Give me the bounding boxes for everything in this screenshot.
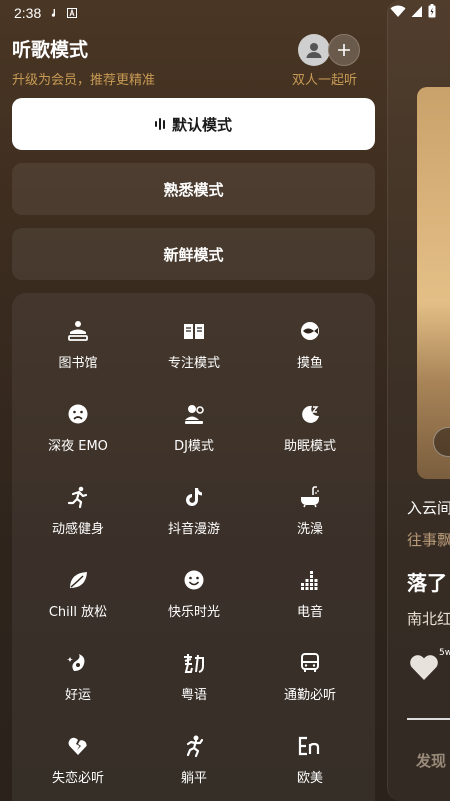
scene-lying-flat-label: 躺平 bbox=[180, 771, 207, 786]
scene-sleep-label: 助眠模式 bbox=[283, 439, 336, 454]
english-icon bbox=[297, 733, 323, 759]
sound-wave-icon bbox=[154, 118, 165, 130]
scene-commute-label: 通勤必听 bbox=[283, 688, 336, 703]
scene-cantonese-label: 粤语 bbox=[180, 688, 207, 703]
scene-focus[interactable]: 专注模式 bbox=[136, 306, 252, 389]
font-a-icon bbox=[67, 8, 78, 18]
mode-familiar-label: 熟悉模式 bbox=[163, 180, 224, 199]
equalizer-icon bbox=[297, 567, 323, 593]
sad-face-icon bbox=[65, 401, 91, 427]
mode-fresh-button[interactable]: 新鲜模式 bbox=[12, 228, 375, 280]
cantonese-icon bbox=[181, 650, 207, 676]
tiktok-icon bbox=[181, 484, 207, 510]
bus-icon bbox=[297, 650, 323, 676]
scene-douyin[interactable]: 抖音漫游 bbox=[136, 472, 252, 555]
avatar bbox=[298, 34, 330, 66]
scene-fitness[interactable]: 动感健身 bbox=[20, 472, 136, 555]
book-icon bbox=[181, 318, 207, 344]
vip-upgrade-link[interactable]: 升级为会员，推荐更精准 bbox=[12, 69, 155, 88]
scene-breakup-label: 失恋必听 bbox=[51, 771, 104, 786]
scene-edm[interactable]: 电音 bbox=[252, 555, 368, 638]
scene-shower-label: 洗澡 bbox=[296, 522, 323, 537]
cover-image bbox=[417, 87, 450, 479]
scene-focus-label: 专注模式 bbox=[167, 356, 220, 371]
mode-familiar-button[interactable]: 熟悉模式 bbox=[12, 163, 375, 215]
lyric-line-2: 往事飘 bbox=[407, 531, 450, 549]
scene-luck-label: 好运 bbox=[64, 688, 91, 703]
scene-breakup[interactable]: 失恋必听 bbox=[20, 721, 136, 801]
status-time: 2:38 bbox=[14, 5, 42, 21]
mode-default-button[interactable]: 默认模式 bbox=[12, 98, 375, 150]
scene-slack-label: 摸鱼 bbox=[296, 356, 323, 371]
bathtub-icon bbox=[297, 484, 323, 510]
plus-icon bbox=[338, 44, 350, 56]
tab-discover[interactable]: 发现 bbox=[416, 750, 446, 771]
cover-action-button[interactable] bbox=[433, 427, 450, 457]
tab-indicator bbox=[407, 718, 450, 720]
broken-heart-icon bbox=[65, 733, 91, 759]
like-heart-icon[interactable] bbox=[408, 652, 440, 682]
scene-late-night-emo-label: 深夜 EMO bbox=[48, 439, 108, 454]
mode-default-label: 默认模式 bbox=[171, 115, 232, 134]
scene-luck[interactable]: 好运 bbox=[20, 638, 136, 721]
scene-happy-label: 快乐时光 bbox=[167, 605, 220, 620]
lyric-line-1: 入云间 bbox=[407, 499, 450, 517]
duo-listen-label[interactable]: 双人一起听 bbox=[292, 69, 357, 88]
artist-name: 南北红 bbox=[407, 610, 450, 628]
scene-library-label: 图书馆 bbox=[58, 356, 98, 371]
lucky-icon bbox=[65, 650, 91, 676]
scene-dj[interactable]: DJ模式 bbox=[136, 389, 252, 472]
scene-grid: 图书馆 专注模式 摸鱼 深夜 EMO DJ模式 助眠模式 动感健身 抖音漫游 洗… bbox=[20, 306, 368, 801]
leaf-icon bbox=[65, 567, 91, 593]
scene-chill-label: Chill 放松 bbox=[48, 605, 108, 620]
scene-slack[interactable]: 摸鱼 bbox=[252, 306, 368, 389]
song-title: 落了 bbox=[407, 571, 447, 595]
scene-happy[interactable]: 快乐时光 bbox=[136, 555, 252, 638]
smile-icon bbox=[181, 567, 207, 593]
mode-fresh-label: 新鲜模式 bbox=[163, 245, 224, 264]
fish-icon bbox=[297, 318, 323, 344]
scene-shower[interactable]: 洗澡 bbox=[252, 472, 368, 555]
lying-flat-icon bbox=[181, 733, 207, 759]
library-icon bbox=[65, 318, 91, 344]
status-bar: 2:38 bbox=[0, 0, 450, 26]
music-note-icon bbox=[52, 9, 56, 17]
user-icon bbox=[306, 43, 322, 58]
add-partner-button[interactable] bbox=[328, 34, 360, 66]
scene-sleep[interactable]: 助眠模式 bbox=[252, 389, 368, 472]
scene-fitness-label: 动感健身 bbox=[51, 522, 104, 537]
scene-western-label: 欧美 bbox=[296, 771, 323, 786]
duo-listen-avatars[interactable] bbox=[298, 34, 362, 66]
scene-chill[interactable]: Chill 放松 bbox=[20, 555, 136, 638]
scene-late-night-emo[interactable]: 深夜 EMO bbox=[20, 389, 136, 472]
scene-library[interactable]: 图书馆 bbox=[20, 306, 136, 389]
scene-commute[interactable]: 通勤必听 bbox=[252, 638, 368, 721]
moon-sleep-icon bbox=[297, 401, 323, 427]
scene-cantonese[interactable]: 粤语 bbox=[136, 638, 252, 721]
like-count: 5w bbox=[439, 648, 450, 658]
running-icon bbox=[65, 484, 91, 510]
scene-western[interactable]: 欧美 bbox=[252, 721, 368, 801]
scene-douyin-label: 抖音漫游 bbox=[167, 522, 220, 537]
page-title: 听歌模式 bbox=[12, 39, 89, 61]
scene-edm-label: 电音 bbox=[296, 605, 323, 620]
scene-dj-label: DJ模式 bbox=[174, 439, 214, 454]
dj-icon bbox=[181, 401, 207, 427]
scene-lying-flat[interactable]: 躺平 bbox=[136, 721, 252, 801]
